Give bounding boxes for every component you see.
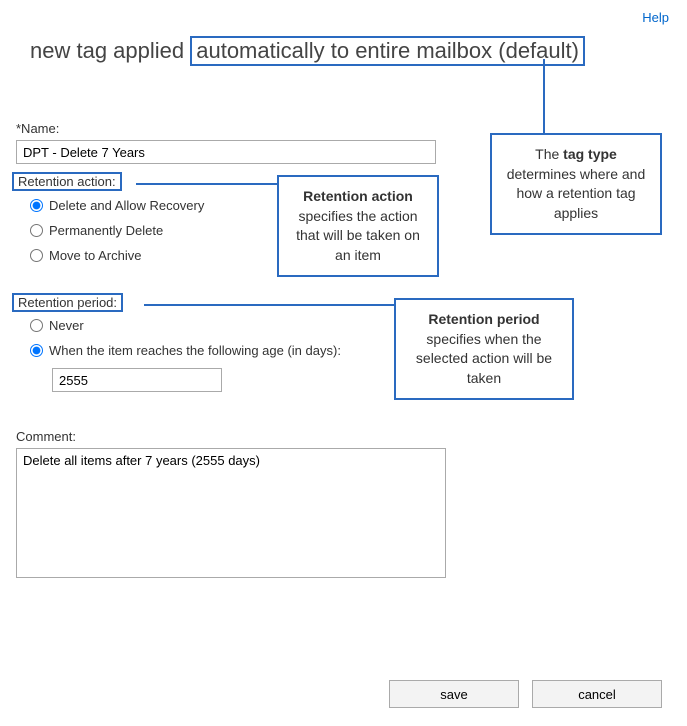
radio-delete-allow[interactable]: [30, 199, 43, 212]
radio-delete-allow-label: Delete and Allow Recovery: [49, 198, 204, 213]
radio-permanent-label: Permanently Delete: [49, 223, 163, 238]
retention-action-label: Retention action:: [12, 172, 122, 191]
radio-row-delete-allow[interactable]: Delete and Allow Recovery: [30, 198, 204, 213]
radio-row-archive[interactable]: Move to Archive: [30, 248, 204, 263]
radio-age[interactable]: [30, 344, 43, 357]
retention-action-group: Delete and Allow Recovery Permanently De…: [30, 198, 204, 273]
retention-period-label: Retention period:: [12, 293, 123, 312]
save-button[interactable]: save: [389, 680, 519, 708]
page-title: new tag applied automatically to entire …: [30, 36, 585, 66]
cancel-button[interactable]: cancel: [532, 680, 662, 708]
radio-row-permanent[interactable]: Permanently Delete: [30, 223, 204, 238]
radio-row-never[interactable]: Never: [30, 318, 341, 333]
name-input[interactable]: [16, 140, 436, 164]
callout-retention-period: Retention period specifies when the sele…: [394, 298, 574, 400]
radio-never-label: Never: [49, 318, 84, 333]
title-prefix: new tag applied: [30, 38, 190, 63]
tag-type-highlight: automatically to entire mailbox (default…: [190, 36, 585, 66]
radio-age-label: When the item reaches the following age …: [49, 343, 341, 358]
radio-never[interactable]: [30, 319, 43, 332]
name-label: *Name:: [16, 121, 59, 136]
help-link[interactable]: Help: [642, 10, 669, 25]
comment-input[interactable]: [16, 448, 446, 578]
radio-archive[interactable]: [30, 249, 43, 262]
comment-label: Comment:: [16, 429, 76, 444]
retention-period-group: Never When the item reaches the followin…: [30, 318, 341, 392]
radio-row-age[interactable]: When the item reaches the following age …: [30, 343, 341, 358]
callout-tag-type: The tag type determines where and how a …: [490, 133, 662, 235]
radio-archive-label: Move to Archive: [49, 248, 142, 263]
radio-permanent[interactable]: [30, 224, 43, 237]
callout-retention-action: Retention action specifies the action th…: [277, 175, 439, 277]
days-input[interactable]: [52, 368, 222, 392]
